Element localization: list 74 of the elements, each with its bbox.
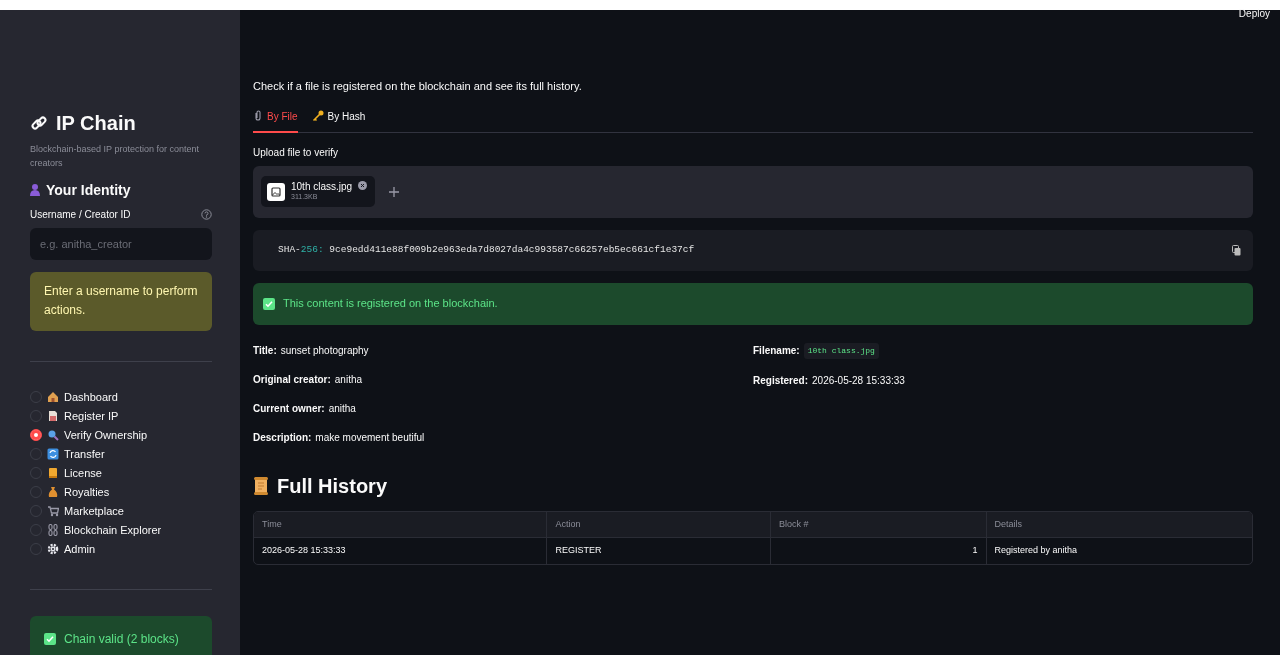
nav-label: Verify Ownership [64,427,148,443]
field-label: Username / Creator ID [30,207,131,222]
nav-option[interactable]: Blockchain Explorer [30,520,212,540]
nav-option[interactable]: License [30,463,212,483]
nav-label: Transfer [64,446,105,462]
page-description: Check if a file is registered on the blockchain and see its full history. [253,79,583,94]
link-icon [30,114,48,132]
status-text: Chain valid (2 blocks) [64,630,179,648]
field-label: Registered: [753,373,808,388]
column-header: Time [254,511,548,537]
nav-option[interactable]: Royalties [30,482,212,502]
section-heading: Your Identity [46,180,131,200]
document-icon [47,410,59,423]
nav-label: Marketplace [64,503,124,519]
success-text: This content is registered on the blockchain. [283,296,498,312]
plus-icon[interactable] [389,186,400,197]
checkmark-icon [44,632,56,645]
close-icon[interactable] [358,180,368,190]
nav-label: Register IP [64,408,119,424]
field-value: anitha [334,372,363,387]
nav-option[interactable]: Admin [30,539,212,559]
nav-label: Royalties [64,484,110,500]
key-icon [311,110,324,122]
nav-label: Admin [64,541,96,557]
nav-option[interactable]: Verify Ownership [30,425,212,445]
house-icon [47,391,59,404]
field-value: make movement beutiful [315,430,425,445]
table-cell: 2026-05-28 15:33:33 [254,537,548,564]
app-subtitle: Blockchain-based IP protection for content creators [30,143,200,171]
field-label: Description: [253,430,312,445]
money-bag-icon [47,486,59,499]
paperclip-icon [253,110,263,122]
person-icon [30,184,40,197]
help-icon [201,208,212,220]
nav-label: License [64,465,102,481]
section-heading: Full History [277,473,387,499]
column-header: Action [547,511,771,537]
hash-text: SHA-256: 9ce9edd411e88f009b2e963eda7d8027da4c993587c66257eb5ec661cf1e37cf [278,242,695,257]
table-cell: Registered by anitha [986,537,1252,564]
nav-option[interactable]: Register IP [30,406,212,426]
nav-option[interactable]: Transfer [30,444,212,464]
file-name: 10th class.jpg [291,180,353,192]
chain-icon [47,524,59,537]
cart-icon [47,505,59,518]
field-label: Original creator: [253,372,331,387]
inline-code: 10th class.jpg [803,342,879,359]
arrows-icon [47,448,59,461]
gear-icon [47,543,59,556]
field-label: Upload file to verify [253,145,340,160]
checkmark-icon [263,297,275,310]
nav-label: Dashboard [64,389,118,405]
copy-icon[interactable] [1232,244,1241,256]
field-value: anitha [328,401,356,416]
field-value: 2026-05-28 15:33:33 [812,373,905,388]
radio-button[interactable] [30,429,42,442]
field-label: Current owner: [253,401,325,416]
field-label: Title: [253,343,277,358]
magnifier-icon [47,429,59,442]
username-field[interactable]: e.g. anitha_creator [30,227,212,261]
image-file-icon [267,182,285,201]
nav-option[interactable]: Marketplace [30,501,212,521]
deploy-button[interactable]: Deploy [1232,2,1276,25]
warning-message: Enter a username to perform actions. [30,272,212,331]
nav-option[interactable]: Dashboard [30,387,212,407]
app-title: IP Chain [56,111,136,136]
table-cell: 1 [770,537,987,564]
column-header: Block # [770,511,987,537]
field-label: Filename: [753,344,800,358]
field-value: sunset photography [280,343,369,358]
column-header: Details [993,517,1024,531]
nav-label: Blockchain Explorer [64,522,162,538]
tab[interactable]: By File [253,104,298,133]
table-cell: REGISTER [547,537,771,564]
tab[interactable]: By Hash [311,104,366,133]
